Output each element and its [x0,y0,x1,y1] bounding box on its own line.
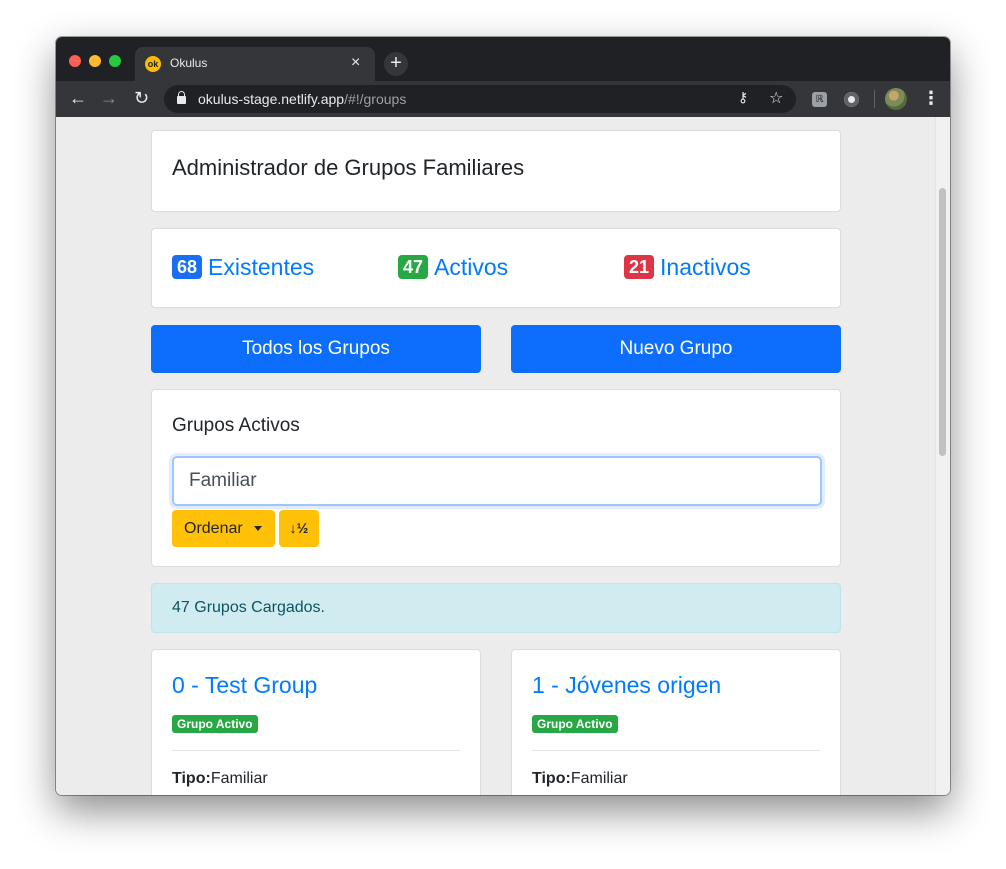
stat-inactivos[interactable]: 21 Inactivos [624,253,751,281]
url-text[interactable]: okulus-stage.netlify.app/#!/groups [198,91,406,107]
url-path: /#!/groups [344,91,407,107]
status-badge: Grupo Activo [172,715,258,733]
filter-card: Grupos Activos Ordenar ↓½ [151,389,841,567]
stat-existentes[interactable]: 68 Existentes [172,253,314,281]
tab-bar: ok Okulus × + [56,37,950,81]
forward-icon[interactable]: → [100,87,118,109]
type-value: Familiar [570,770,628,787]
filter-title: Grupos Activos [172,415,300,436]
lock-icon[interactable] [177,91,186,104]
divider [532,750,820,751]
count-badge: 68 [172,255,203,279]
group-name-link[interactable]: 0 - Test Group [172,672,317,699]
minimize-window-icon[interactable] [89,55,101,67]
extension-icon[interactable]: ℝ [812,92,827,107]
new-group-button[interactable]: Nuevo Grupo [511,325,841,373]
type-label: Tipo: [532,770,571,787]
stat-activos[interactable]: 47 Activos [398,253,508,281]
address-bar[interactable]: okulus-stage.netlify.app/#!/groups ⚷ ☆ [164,85,796,113]
group-type: Tipo:Familiar [172,770,268,788]
sort-dropdown-button[interactable]: Ordenar [172,510,275,547]
scrollbar-thumb[interactable] [939,188,946,456]
group-card: 1 - Jóvenes origen Grupo Activo Tipo:Fam… [511,649,841,795]
tab-close-icon[interactable]: × [351,54,360,72]
type-value: Familiar [210,770,268,787]
browser-toolbar: ← → ↻ okulus-stage.netlify.app/#!/groups… [56,81,950,117]
groups-loaded-alert: 47 Grupos Cargados. [151,583,841,633]
key-icon[interactable]: ⚷ [738,89,748,106]
count-badge: 21 [624,255,655,279]
new-tab-button[interactable]: + [384,52,408,76]
stat-link-inactivos[interactable]: Inactivos [660,253,751,281]
stats-card: 68 Existentes 47 Activos 21 Inactivos [151,228,841,308]
extension-record-icon[interactable] [844,92,859,107]
tab-okulus[interactable]: ok Okulus × [135,47,375,81]
maximize-window-icon[interactable] [109,55,121,67]
okulus-favicon-icon: ok [145,56,161,72]
group-card: 0 - Test Group Grupo Activo Tipo:Familia… [151,649,481,795]
url-host: okulus-stage.netlify.app [198,91,345,107]
status-badge: Grupo Activo [532,715,618,733]
all-groups-button[interactable]: Todos los Grupos [151,325,481,373]
reload-icon[interactable]: ↻ [134,87,149,109]
close-window-icon[interactable] [69,55,81,67]
sort-direction-icon[interactable]: ↓½ [279,510,319,547]
tab-title: Okulus [170,56,208,70]
stat-link-activos[interactable]: Activos [434,253,508,281]
page-viewport: Administrador de Grupos Familiares 68 Ex… [56,117,950,795]
caret-down-icon [254,526,262,531]
group-name-link[interactable]: 1 - Jóvenes origen [532,672,721,699]
type-label: Tipo: [172,770,211,787]
stat-link-existentes[interactable]: Existentes [208,253,314,281]
browser-window: ok Okulus × + ← → ↻ okulus-stage.netlify… [56,37,950,795]
star-icon[interactable]: ☆ [769,88,783,108]
toolbar-divider [874,90,875,108]
profile-avatar-icon[interactable] [885,88,907,110]
count-badge: 47 [398,255,429,279]
divider [172,750,460,751]
menu-icon[interactable]: ⋮ [922,87,940,109]
sort-label: Ordenar [184,520,243,537]
group-type: Tipo:Familiar [532,770,628,788]
page-title: Administrador de Grupos Familiares [172,155,525,180]
back-icon[interactable]: ← [69,87,87,109]
header-card: Administrador de Grupos Familiares [151,130,841,212]
search-input[interactable] [172,456,822,506]
